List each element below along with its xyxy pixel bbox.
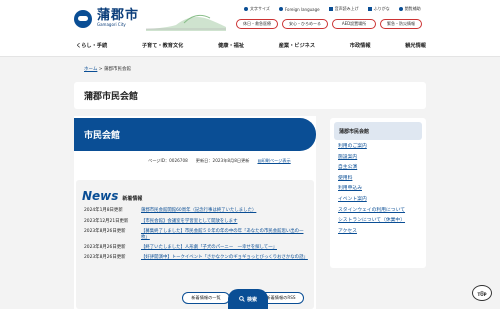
news-link[interactable]: 蒲郡市民会館開館60周年（記念行事は終了いたしました） <box>141 208 256 214</box>
sidebar-list: 利用のご案内 施設案内 自主公演 使用料 利用申込み イベント案内 スタインウェ… <box>338 144 420 239</box>
news-item: 2023年8月26日更新 【終了いたしました】人形劇「子犬のパーニー 一幸せを探… <box>84 245 308 251</box>
news-item: 2023年12月21日更新 【市民会館】会議室を学習室として開放をします <box>84 219 308 225</box>
page-title-box: 蒲郡市民会館 <box>74 82 426 109</box>
furigana-icon <box>367 7 372 11</box>
nav-living[interactable]: くらし・手続 <box>76 42 107 52</box>
top-label: TOP <box>477 292 487 297</box>
news-title-ja: 新着情報 <box>122 196 143 202</box>
page-meta: ページID：0026708 更新日：2023年8月8日更新 ▤印刷ページ表示 <box>148 158 291 164</box>
news-date: 2023年8月26日更新 <box>84 245 126 250</box>
updated-date: 更新日：2023年8月8日更新 <box>195 158 250 163</box>
print-label: 印刷ページ表示 <box>261 158 291 163</box>
news-date: 2024年1月8日更新 <box>84 208 123 213</box>
news-link[interactable]: 【終了いたしました】人形劇「子犬のパーニー 一幸せを探して一」 <box>141 245 277 251</box>
back-to-top-button[interactable]: ︿ TOP <box>472 285 492 301</box>
site-logo[interactable]: 蒲郡市 Gamagori City <box>74 9 139 28</box>
page-title: 蒲郡市民会館 <box>84 92 139 102</box>
sidebar-title: 蒲郡市民会館 <box>334 122 422 140</box>
nav-business[interactable]: 産業・ビジネス <box>279 42 315 52</box>
font-size-link[interactable]: 文字サイズ <box>244 6 270 12</box>
news-date: 2023年8月26日更新 <box>84 255 126 260</box>
news-date: 2023年8月26日更新 <box>84 229 126 234</box>
news-heading: News 新着情報 <box>82 189 142 203</box>
news-item: 2023年8月26日更新 【募集終了しました】市民会館５０年の年の中の年「あなた… <box>84 229 308 241</box>
news-item: 2024年1月8日更新 蒲郡市民会館開館60周年（記念行事は終了いたしました） <box>84 208 308 214</box>
sidebar-item[interactable]: イベント案内 <box>338 197 420 203</box>
disaster-info-button[interactable]: 緊急・防災情報 <box>380 19 422 29</box>
sidebar-item[interactable]: 施設案内 <box>338 155 420 161</box>
header: 蒲郡市 Gamagori City 文字サイズ Foreign language… <box>0 0 500 36</box>
news-link[interactable]: 【好評開演中】トークイベント「さかなクンのギョギョっとびっくりおさかなの話」 <box>141 255 308 261</box>
accessibility-link[interactable]: 閲覧補助 <box>398 6 421 12</box>
search-icon <box>239 296 245 302</box>
globe-icon <box>278 7 283 11</box>
utility-links: 文字サイズ Foreign language 音声読み上げ ふりがな 閲覧補助 <box>244 6 421 12</box>
nav-education[interactable]: 子育て・教育文化 <box>142 42 184 52</box>
print-link[interactable]: ▤印刷ページ表示 <box>257 158 290 164</box>
breadcrumb-current: 蒲郡市民会館 <box>104 67 132 72</box>
logo-title: 蒲郡市 <box>97 8 140 23</box>
news-link[interactable]: 【市民会館】会議室を学習室として開放をします <box>141 219 237 225</box>
sidebar-item[interactable]: シストランについて（休業中） <box>338 218 420 224</box>
global-nav: くらし・手続 子育て・教育文化 健康・福祉 産業・ビジネス 市政情報 観光情報 <box>76 42 426 52</box>
sidebar-item[interactable]: 利用のご案内 <box>338 144 420 150</box>
foreign-language-link[interactable]: Foreign language <box>278 6 320 12</box>
news-title-en: News <box>82 189 119 203</box>
search-button[interactable]: 検索 <box>228 289 268 309</box>
text-to-speech-link[interactable]: 音声読み上げ <box>328 6 359 12</box>
news-link[interactable]: 【募集終了しました】市民会館５０年の年の中の年「あなたの市民会館思い出の一枚」 <box>141 229 308 241</box>
section-banner: 市民会館 <box>74 118 316 151</box>
search-label: 検索 <box>246 296 257 303</box>
nav-city-info[interactable]: 市政情報 <box>350 42 371 52</box>
sidebar-item[interactable]: 自主公演 <box>338 165 420 171</box>
sidebar-item[interactable]: アクセス <box>338 229 420 235</box>
news-list-button[interactable]: 新着情報の一覧 <box>182 292 230 304</box>
nav-health[interactable]: 健康・福祉 <box>218 42 244 52</box>
news-list: 2024年1月8日更新 蒲郡市民会館開館60周年（記念行事は終了いたしました） … <box>84 208 308 261</box>
sidebar-item[interactable]: スタインウェイの利用について <box>338 208 420 214</box>
aed-location-button[interactable]: AED設置場所 <box>332 19 376 29</box>
banner-title: 市民会館 <box>84 131 121 141</box>
eye-icon <box>398 7 403 11</box>
breadcrumb-home[interactable]: ホーム <box>84 67 97 72</box>
speaker-icon <box>328 7 333 11</box>
landscape-illustration-icon <box>146 14 226 31</box>
breadcrumb: ホーム > 蒲郡市民会館 <box>84 66 131 72</box>
quick-links: 休日・救急医療 安心・ひろめーる AED設置場所 緊急・防災情報 <box>236 19 422 29</box>
sidebar-item[interactable]: 利用申込み <box>338 186 420 192</box>
news-date: 2023年12月21日更新 <box>84 219 129 224</box>
city-emblem-icon <box>74 9 92 28</box>
sidebar-item[interactable]: 使用料 <box>338 176 420 182</box>
furigana-link[interactable]: ふりがな <box>367 6 390 12</box>
safety-mail-button[interactable]: 安心・ひろめーる <box>282 19 328 29</box>
emergency-medical-button[interactable]: 休日・救急医療 <box>236 19 278 29</box>
text-size-icon <box>244 7 248 11</box>
nav-tourism[interactable]: 観光情報 <box>405 42 426 52</box>
page-id: ページID：0026708 <box>148 158 188 163</box>
news-item: 2023年8月26日更新 【好評開演中】トークイベント「さかなクンのギョギョっと… <box>84 255 308 261</box>
